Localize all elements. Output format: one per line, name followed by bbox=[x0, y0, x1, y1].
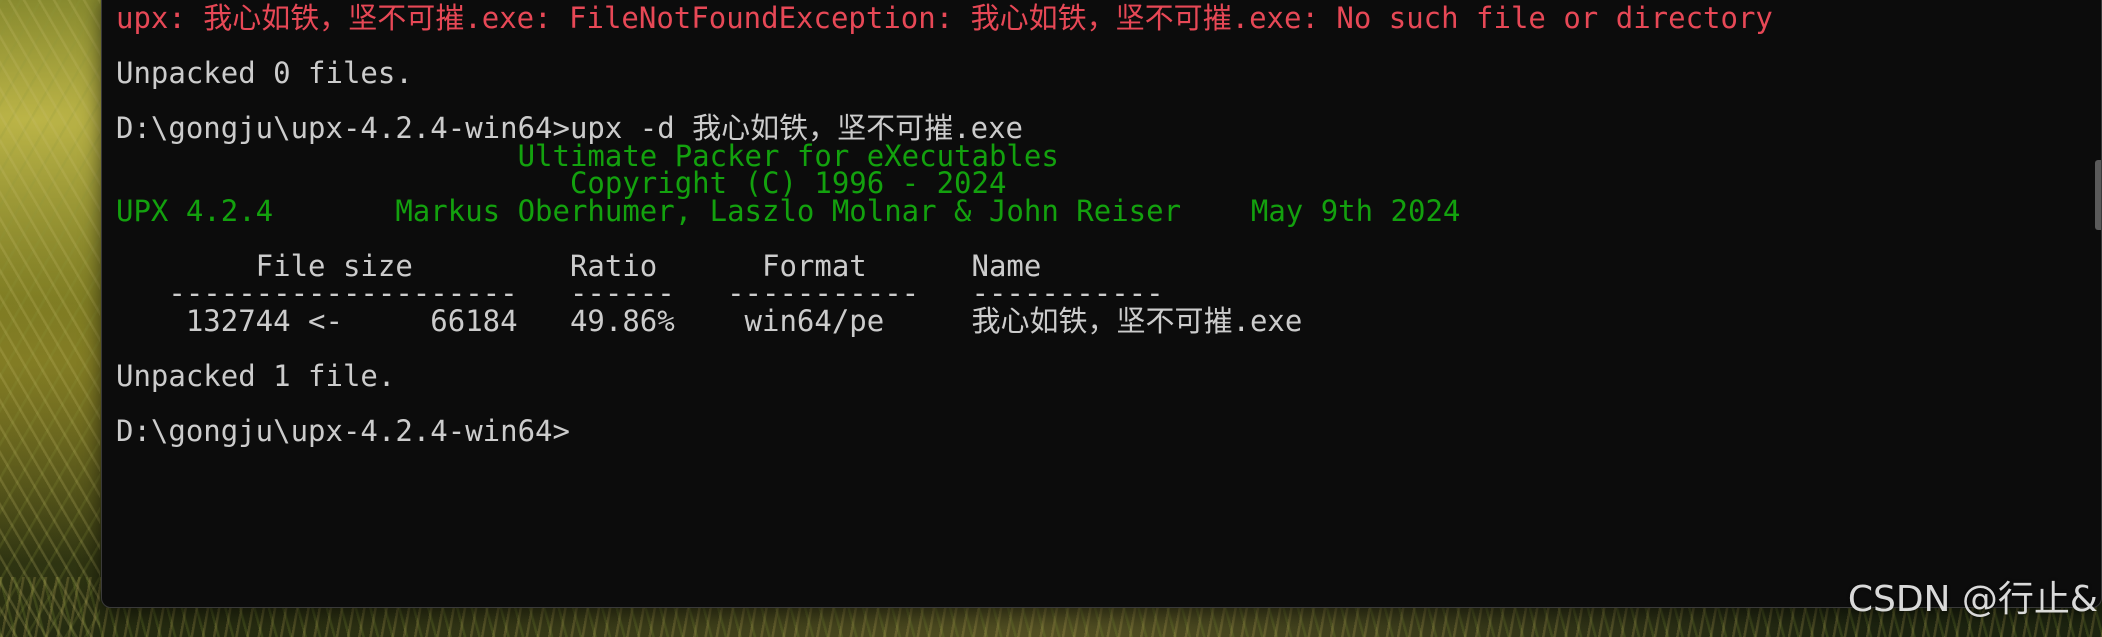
prompt-line[interactable]: D:\gongju\upx-4.2.4-win64> bbox=[116, 414, 570, 448]
terminal-window[interactable]: upx: 我心如铁，坚不可摧.exe: FileNotFoundExceptio… bbox=[101, 0, 2102, 608]
terminal-output[interactable]: upx: 我心如铁，坚不可摧.exe: FileNotFoundExceptio… bbox=[116, 0, 2081, 607]
error-line: upx: 我心如铁，坚不可摧.exe: FileNotFoundExceptio… bbox=[116, 1, 1773, 35]
table-row-line: 132744 <- 66184 49.86% win64/pe 我心如铁，坚不可… bbox=[116, 304, 1303, 338]
unpacked-one-line: Unpacked 1 file. bbox=[116, 359, 396, 393]
scrollbar-thumb[interactable] bbox=[2095, 160, 2101, 230]
wallpaper-grass-left bbox=[0, 0, 100, 637]
banner-authors-line: UPX 4.2.4 Markus Oberhumer, Laszlo Molna… bbox=[116, 194, 1461, 228]
desktop-wallpaper: upx: 我心如铁，坚不可摧.exe: FileNotFoundExceptio… bbox=[0, 0, 2102, 637]
unpacked-zero-line: Unpacked 0 files. bbox=[116, 56, 413, 90]
csdn-watermark: CSDN @行止& bbox=[1847, 579, 2098, 620]
